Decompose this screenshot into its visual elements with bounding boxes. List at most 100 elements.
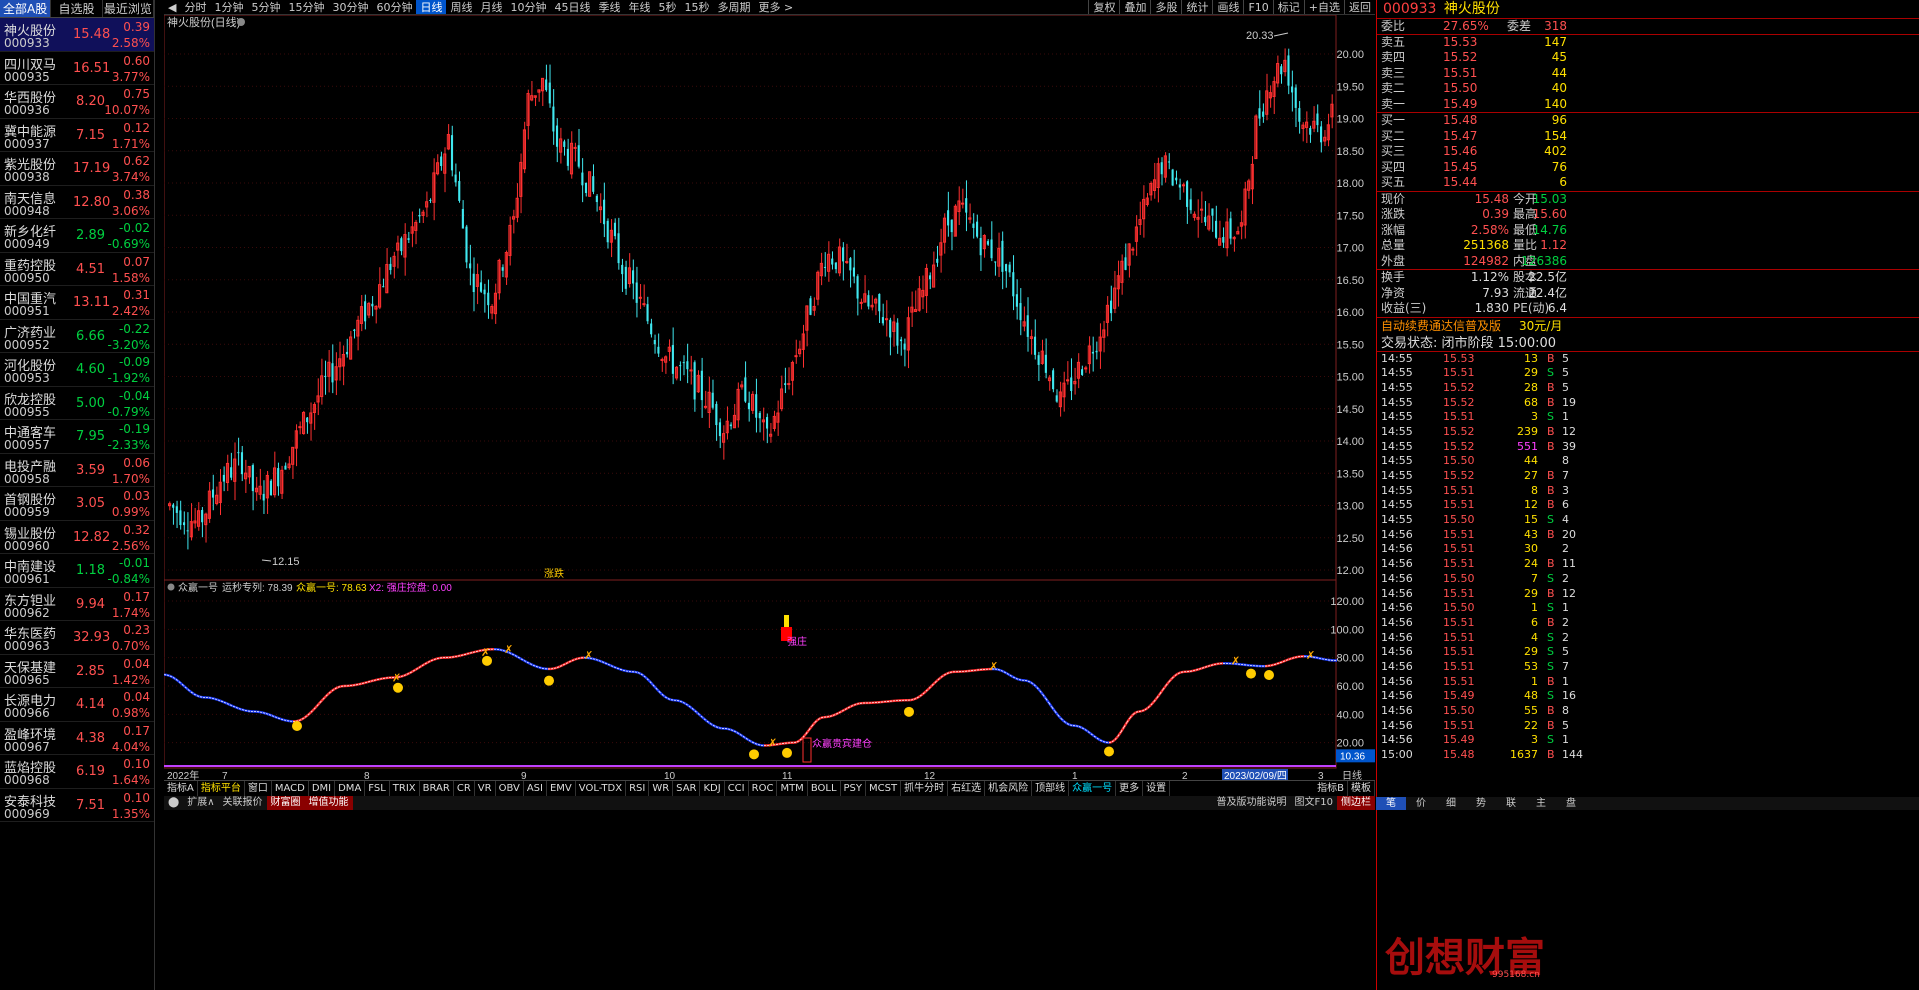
stock-row[interactable]: 锡业股份 000960 12.82 0.32 2.56%	[0, 521, 154, 554]
left-tab-1[interactable]: 自选股	[51, 0, 103, 17]
indicator-tab[interactable]: ASI	[524, 781, 547, 796]
period-tab[interactable]: 年线	[624, 0, 654, 14]
promo-row[interactable]: 自动续费通达信普及版 30元/月	[1377, 318, 1919, 335]
stock-row[interactable]: 重药控股 000950 4.51 0.07 1.58%	[0, 253, 154, 286]
stock-row[interactable]: 广济药业 000952 6.66 -0.22 -3.20%	[0, 320, 154, 353]
status-item[interactable]: 扩展∧	[183, 796, 218, 810]
stock-row[interactable]: 冀中能源 000937 7.15 0.12 1.71%	[0, 119, 154, 152]
indicator-tab[interactable]: 众赢一号	[1069, 781, 1117, 796]
indicator-tab[interactable]: VOL-TDX	[576, 781, 627, 796]
quote-tab[interactable]: 细	[1436, 797, 1466, 810]
stock-row[interactable]: 新乡化纤 000949 2.89 -0.02 -0.69%	[0, 219, 154, 253]
indicator-tab[interactable]: ROC	[749, 781, 778, 796]
period-tab[interactable]: 季线	[594, 0, 624, 14]
stock-row[interactable]: 华东医药 000963 32.93 0.23 0.70%	[0, 621, 154, 655]
indicator-tab[interactable]: OBV	[496, 781, 524, 796]
kline-chart-area[interactable]: 20.00 19.50 19.00 18.50 18.00 17.50 17.00 16.50…	[163, 14, 1375, 782]
stock-row[interactable]: 东方钽业 000962 9.94 0.17 1.74%	[0, 588, 154, 621]
left-tab-0[interactable]: 全部A股	[0, 0, 52, 17]
indicator-tab[interactable]: DMA	[335, 781, 366, 796]
stock-row[interactable]: 四川双马 000935 16.51 0.60 3.77%	[0, 52, 154, 85]
status-link[interactable]: 侧边栏	[1337, 796, 1375, 810]
stock-row[interactable]: 中南建设 000961 1.18 -0.01 -0.84%	[0, 554, 154, 588]
indicator-tab[interactable]: 设置	[1143, 781, 1171, 796]
period-tab[interactable]: 更多 >	[754, 0, 797, 14]
indicator-menu-icon[interactable]	[167, 583, 175, 591]
chart-action-button[interactable]: 复权	[1088, 0, 1119, 14]
indicator-tab[interactable]: DMI	[309, 781, 336, 796]
chart-action-button[interactable]: 多股	[1150, 0, 1181, 14]
left-tab-2[interactable]: 最近浏览	[103, 0, 154, 17]
indicator-tab[interactable]: WR	[649, 781, 674, 796]
period-tab[interactable]: 15分钟	[284, 0, 328, 14]
stock-row[interactable]: 紫光股份 000938 17.19 0.62 3.74%	[0, 152, 154, 186]
indicator-tab[interactable]: CR	[454, 781, 475, 796]
chart-action-button[interactable]: 叠加	[1119, 0, 1150, 14]
indicator-tab[interactable]: 顶部线	[1032, 781, 1070, 796]
period-tab[interactable]: 多周期	[713, 0, 754, 14]
indicator-tab[interactable]: VR	[475, 781, 496, 796]
stock-row[interactable]: 神火股份 000933 15.48 0.39 2.58%	[0, 18, 154, 52]
period-tab[interactable]: 5分钟	[247, 0, 284, 14]
period-tab[interactable]: 30分钟	[328, 0, 372, 14]
indicator-tab[interactable]: TRIX	[390, 781, 420, 796]
stock-row[interactable]: 长源电力 000966 4.14 0.04 0.98%	[0, 688, 154, 722]
period-tab[interactable]: 分时	[180, 0, 210, 14]
indicator-tab[interactable]: 机会风险	[985, 781, 1033, 796]
quote-tab[interactable]: 笔	[1376, 797, 1406, 810]
indicator-tab[interactable]: 指标B	[1314, 781, 1348, 796]
stock-row[interactable]: 欣龙控股 000955 5.00 -0.04 -0.79%	[0, 387, 154, 420]
chart-action-button[interactable]: 标记	[1272, 0, 1304, 14]
stock-row[interactable]: 河化股份 000953 4.60 -0.09 -1.92%	[0, 353, 154, 387]
indicator-tab[interactable]: 抓牛分时	[901, 781, 949, 796]
quote-tab[interactable]: 价	[1406, 797, 1436, 810]
period-tab[interactable]: 5秒	[654, 0, 680, 14]
indicator-tab[interactable]: BRAR	[420, 781, 454, 796]
stock-row[interactable]: 蓝焰控股 000968 6.19 0.10 1.64%	[0, 755, 154, 789]
kline-chart-svg[interactable]: 20.00 19.50 19.00 18.50 18.00 17.50 17.00 16.50…	[163, 14, 1375, 782]
indicator-tab[interactable]: MCST	[866, 781, 902, 796]
stock-row[interactable]: 安泰科技 000969 7.51 0.10 1.35%	[0, 789, 154, 822]
indicator-tab[interactable]: SAR	[673, 781, 701, 796]
stock-row[interactable]: 天保基建 000965 2.85 0.04 1.42%	[0, 655, 154, 688]
indicator-tab[interactable]: 模板	[1348, 781, 1375, 796]
status-item[interactable]: 财富圈	[266, 796, 305, 810]
indicator-tab[interactable]: BOLL	[808, 781, 841, 796]
indicator-tab[interactable]: FSL	[365, 781, 390, 796]
stock-row[interactable]: 南天信息 000948 12.80 0.38 3.06%	[0, 186, 154, 219]
chart-action-button[interactable]: +自选	[1303, 0, 1344, 14]
indicator-tab[interactable]: MTM	[777, 781, 808, 796]
period-tab[interactable]: 10分钟	[506, 0, 550, 14]
period-tab[interactable]: 45日线	[550, 0, 594, 14]
quote-tab[interactable]: 盘	[1556, 797, 1586, 810]
stock-row[interactable]: 盈峰环境 000967 4.38 0.17 4.04%	[0, 722, 154, 755]
promo-text[interactable]: 自动续费通达信普及版	[1381, 318, 1501, 335]
chart-action-button[interactable]: 画线	[1212, 0, 1243, 14]
period-tab[interactable]: 月线	[476, 0, 506, 14]
indicator-tab[interactable]: 更多	[1116, 781, 1144, 796]
quote-tab[interactable]: 势	[1466, 797, 1496, 810]
indicator-tab[interactable]: CCI	[725, 781, 749, 796]
period-tab[interactable]: 日线	[416, 0, 447, 14]
period-tab[interactable]: 15秒	[680, 0, 713, 14]
stock-row[interactable]: 首钢股份 000959 3.05 0.03 0.99%	[0, 487, 154, 521]
indicator-tab[interactable]: 右红选	[948, 781, 986, 796]
chart-action-button[interactable]: 统计	[1181, 0, 1212, 14]
stock-row[interactable]: 中国重汽 000951 13.11 0.31 2.42%	[0, 286, 154, 320]
indicator-tab[interactable]: 窗口	[245, 781, 272, 796]
toggle-icon[interactable]: ⬤	[164, 796, 183, 810]
chart-action-button[interactable]: 返回	[1344, 0, 1375, 14]
stock-row[interactable]: 中通客车 000957 7.95 -0.19 -2.33%	[0, 420, 154, 454]
indicator-tab[interactable]: PSY	[841, 781, 867, 796]
quote-tab[interactable]: 联	[1496, 797, 1526, 810]
stock-row[interactable]: 华西股份 000936 8.20 0.75 10.07%	[0, 85, 154, 119]
quote-tab[interactable]: 主	[1526, 797, 1556, 810]
status-item[interactable]: 关联报价	[219, 796, 267, 810]
indicator-tab[interactable]: MACD	[272, 781, 309, 796]
indicator-tab[interactable]: RSI	[626, 781, 650, 796]
status-link[interactable]: 普及版功能说明	[1213, 796, 1291, 810]
chart-action-button[interactable]: F10	[1243, 0, 1272, 14]
indicator-tab[interactable]: KDJ	[700, 781, 725, 796]
period-tab[interactable]: 60分钟	[372, 0, 416, 14]
period-tab[interactable]: 1分钟	[210, 0, 247, 14]
